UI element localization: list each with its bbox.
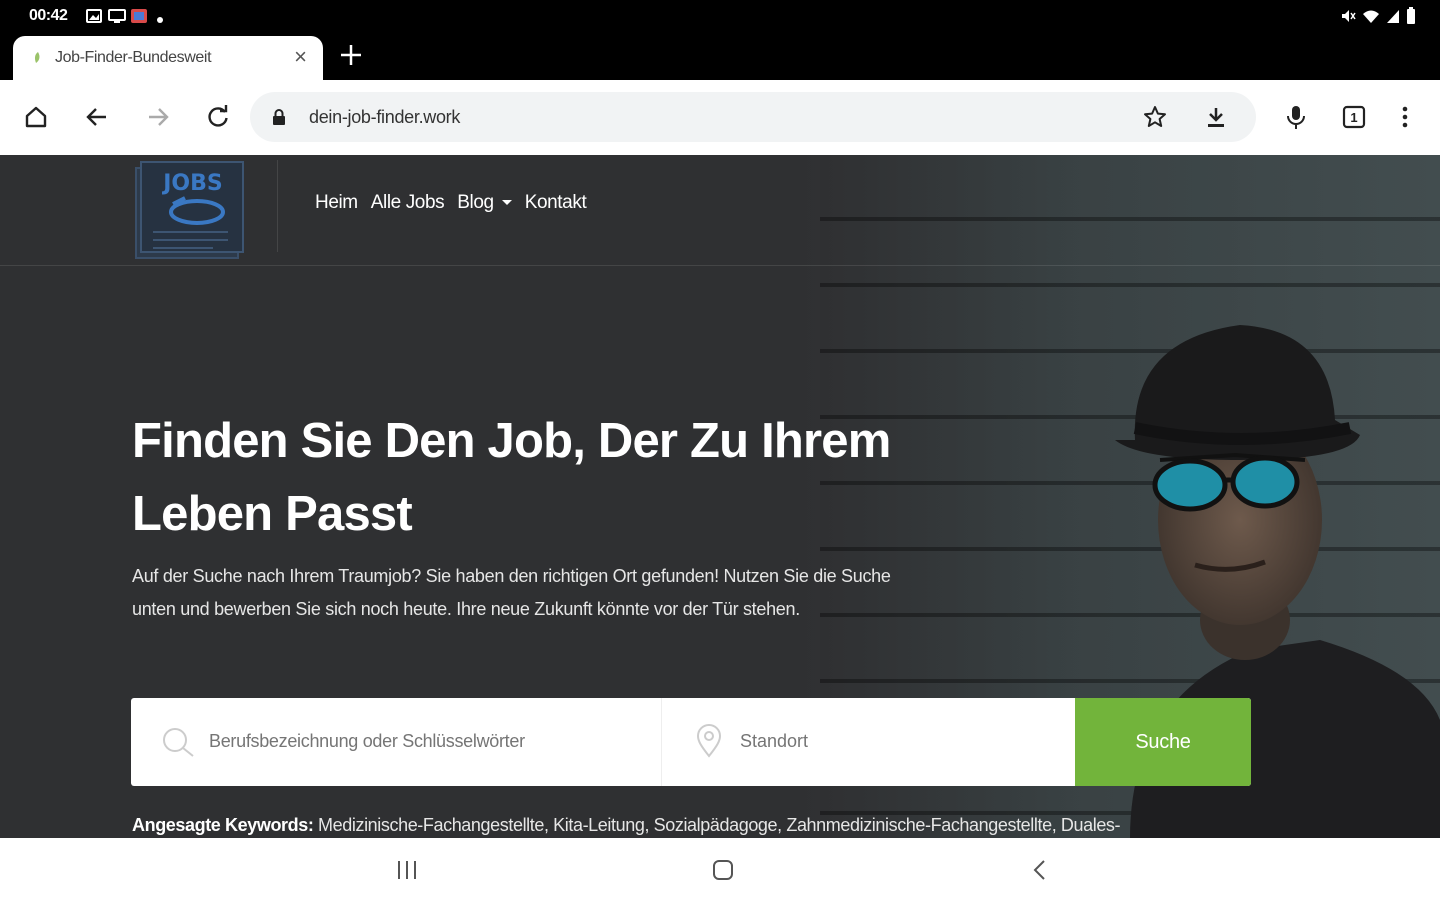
forward-icon[interactable] <box>143 102 173 132</box>
back-nav-icon[interactable] <box>1028 858 1052 882</box>
address-bar[interactable]: dein-job-finder.work <box>250 92 1256 142</box>
new-tab-icon[interactable] <box>338 42 364 68</box>
favicon-icon <box>34 52 40 63</box>
dot-notification-icon <box>157 17 163 23</box>
keywords-label: Angesagte Keywords: <box>132 815 314 835</box>
location-input[interactable] <box>740 731 1060 752</box>
status-time: 00:42 <box>29 7 68 24</box>
location-pin-icon <box>696 724 722 758</box>
logo-separator <box>277 160 278 252</box>
browser-tab[interactable]: Job-Finder-Bundesweit × <box>13 36 323 80</box>
search-button[interactable]: Suche <box>1075 698 1251 786</box>
trending-keywords: Angesagte Keywords: Medizinische-Fachang… <box>132 815 1121 836</box>
back-icon[interactable] <box>82 102 112 132</box>
search-icon <box>163 728 194 757</box>
reload-icon[interactable] <box>203 102 233 132</box>
app-notification-icon <box>131 9 147 23</box>
screen-notification-icon <box>108 9 126 23</box>
close-tab-icon[interactable]: × <box>294 46 307 68</box>
job-search-form: Suche <box>131 698 1251 786</box>
home-nav-icon[interactable] <box>711 858 735 882</box>
nav-item-alle-jobs[interactable]: Alle Jobs <box>371 192 445 214</box>
bookmark-star-icon[interactable] <box>1143 105 1167 129</box>
status-bar: 00:42 <box>0 0 1440 34</box>
nav-item-blog-label: Blog <box>457 192 494 213</box>
hero-description: Auf der Suche nach Ihrem Traumjob? Sie h… <box>132 566 891 619</box>
web-page: JOBS Heim Alle Jobs Blog Kontakt Finden … <box>0 155 1440 838</box>
system-nav-bar <box>0 838 1440 900</box>
site-logo[interactable]: JOBS <box>133 160 245 260</box>
nav-item-kontakt[interactable]: Kontakt <box>525 192 587 214</box>
header-divider <box>0 265 1440 266</box>
signal-icon <box>1387 10 1399 23</box>
battery-icon <box>1407 7 1415 24</box>
mute-icon <box>1342 10 1356 22</box>
home-icon[interactable] <box>21 102 51 132</box>
recent-apps-icon[interactable] <box>395 858 419 882</box>
nav-item-heim[interactable]: Heim <box>315 192 358 214</box>
nav-item-blog[interactable]: Blog <box>457 192 512 214</box>
keywords-list[interactable]: Medizinische-Fachangestellte, Kita-Leitu… <box>313 815 1120 835</box>
gallery-notification-icon <box>86 9 102 23</box>
tab-switcher-icon[interactable]: 1 <box>1339 102 1369 132</box>
chevron-down-icon <box>501 200 512 206</box>
search-field-divider <box>661 698 662 786</box>
microphone-icon[interactable] <box>1281 102 1311 132</box>
tab-title: Job-Finder-Bundesweit <box>55 49 212 66</box>
hero-title: Finden Sie Den Job, Der Zu Ihrem Leben P… <box>132 414 891 541</box>
download-icon[interactable] <box>1204 105 1228 129</box>
logo-text: JOBS <box>161 171 223 196</box>
wifi-icon <box>1363 10 1379 23</box>
main-nav: Heim Alle Jobs Blog Kontakt <box>315 192 587 214</box>
lock-icon[interactable] <box>272 109 286 126</box>
overflow-menu-icon[interactable] <box>1390 102 1420 132</box>
keyword-input[interactable] <box>209 731 649 752</box>
browser-toolbar: dein-job-finder.work 1 <box>0 80 1440 155</box>
svg-text:1: 1 <box>1350 110 1357 125</box>
tab-strip: Job-Finder-Bundesweit × <box>0 34 1440 80</box>
url-text[interactable]: dein-job-finder.work <box>309 107 460 128</box>
